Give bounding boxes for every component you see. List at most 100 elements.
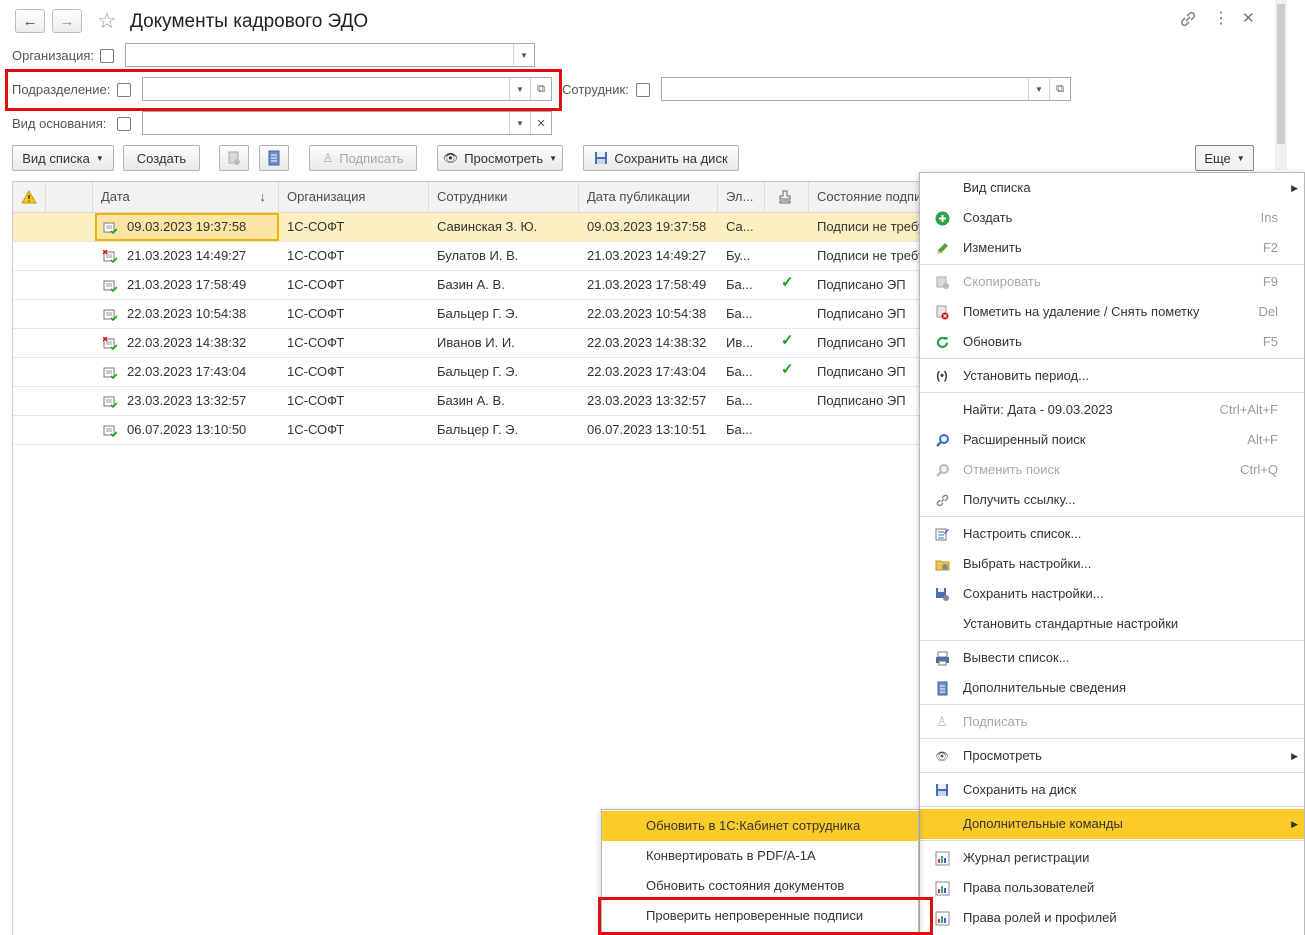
create-button[interactable]: Создать (123, 145, 200, 171)
menu-item-20[interactable]: Дополнительные команды ▶ (920, 809, 1304, 839)
copy-button[interactable] (219, 145, 249, 171)
annotation-frame-verify (598, 897, 933, 935)
menu-item-12[interactable]: Выбрать настройки... (920, 549, 1304, 579)
document-deleted-icon (103, 337, 117, 350)
save-to-disk-button[interactable]: Сохранить на диск (583, 145, 739, 171)
menu-item-0[interactable]: Вид списка ▶ (920, 173, 1304, 203)
column-blank[interactable] (46, 182, 93, 212)
menu-item-7[interactable]: Найти: Дата - 09.03.2023 Ctrl+Alt+F (920, 395, 1304, 425)
details-button[interactable] (259, 145, 289, 171)
delete-mark-icon (934, 304, 950, 320)
column-stamp[interactable] (765, 182, 809, 212)
more-label: Еще (1204, 150, 1231, 166)
eye-icon: 👁 (935, 750, 949, 763)
menu-item-5[interactable]: Обновить F5 (920, 327, 1304, 357)
employee-field[interactable]: ▼ ⧉ (661, 77, 1071, 101)
submenu-item-update-cabinet[interactable]: Обновить в 1С:Кабинет сотрудника (602, 811, 918, 841)
scrollbar-thumb[interactable] (1277, 4, 1285, 144)
menu-item-label: Пометить на удаление / Снять пометку (963, 304, 1200, 319)
more-vertical-icon[interactable]: ⋮ (1213, 8, 1229, 28)
cell-date: 21.03.2023 14:49:27 (127, 248, 247, 263)
close-icon[interactable]: ✕ (1242, 9, 1255, 27)
chevron-down-icon[interactable]: ▼ (1028, 78, 1049, 100)
menu-item-18[interactable]: 👁 Просмотреть ▶ (920, 741, 1304, 771)
period-icon: (•) (936, 370, 948, 382)
menu-item-3[interactable]: Скопировать F9 (920, 267, 1304, 297)
employee-checkbox[interactable] (636, 83, 650, 97)
menu-item-6[interactable]: (•) Установить период... (920, 361, 1304, 391)
chevron-down-icon[interactable]: ▼ (509, 112, 530, 134)
basis-field[interactable]: ▼ ✕ (142, 111, 552, 135)
menu-item-9[interactable]: Отменить поиск Ctrl+Q (920, 455, 1304, 485)
menu-item-13[interactable]: Сохранить настройки... (920, 579, 1304, 609)
document-icon (103, 222, 117, 234)
menu-item-21[interactable]: Журнал регистрации (920, 843, 1304, 873)
chevron-down-icon[interactable]: ▼ (513, 44, 534, 66)
copy-icon (228, 151, 240, 165)
menu-item-19[interactable]: Сохранить на диск (920, 775, 1304, 805)
menu-item-17[interactable]: ♙ Подписать (920, 707, 1304, 737)
organization-label: Организация: (12, 48, 95, 63)
column-employees[interactable]: Сотрудники (429, 182, 579, 212)
table-row[interactable]: 21.03.2023 14:49:27 1С-СОФТ Булатов И. В. 2… (13, 242, 931, 271)
menu-item-22[interactable]: Права пользователей (920, 873, 1304, 903)
clear-icon[interactable]: ✕ (530, 112, 551, 134)
table-row[interactable]: 22.03.2023 14:38:32 1С-СОФТ Иванов И. И. 22… (13, 329, 931, 358)
cell-employee: Савинская З. Ю. (437, 219, 538, 234)
table-row[interactable]: 23.03.2023 13:32:57 1С-СОФТ Базин А. В. 23.… (13, 387, 931, 416)
menu-item-16[interactable]: Дополнительные сведения (920, 673, 1304, 703)
menu-item-1[interactable]: Создать Ins (920, 203, 1304, 233)
column-signature-state[interactable]: Состояние подпи (809, 182, 931, 212)
cell-el: Бу... (726, 248, 751, 263)
link-icon (934, 492, 950, 508)
submenu-item-convert-pdf[interactable]: Конвертировать в PDF/A-1A (602, 841, 918, 871)
table-row[interactable]: 22.03.2023 10:54:38 1С-СОФТ Бальцер Г. Э. 2… (13, 300, 931, 329)
open-form-icon[interactable]: ⧉ (1049, 78, 1070, 100)
table-row[interactable]: 21.03.2023 17:58:49 1С-СОФТ Базин А. В. 21.… (13, 271, 931, 300)
cell-el: Ба... (726, 393, 753, 408)
menu-item-2[interactable]: Изменить F2 (920, 233, 1304, 263)
organization-checkbox[interactable] (100, 49, 114, 63)
cell-signature-state: Подписано ЭП (817, 277, 906, 292)
column-warning[interactable] (13, 182, 46, 212)
signed-check-icon: ✓ (781, 361, 794, 378)
document-icon (103, 396, 117, 408)
column-organization[interactable]: Организация (279, 182, 429, 212)
sign-icon: ♙ (936, 714, 948, 729)
menu-item-23[interactable]: Права ролей и профилей (920, 903, 1304, 933)
menu-item-8[interactable]: Расширенный поиск Alt+F (920, 425, 1304, 455)
cell-organization: 1С-СОФТ (287, 393, 345, 408)
cell-employee: Базин А. В. (437, 277, 505, 292)
view-button[interactable]: 👁 Просмотреть ▼ (437, 145, 563, 171)
table-header: Дата ↓ Организация Сотрудники Дата публи… (13, 182, 931, 213)
column-el[interactable]: Эл... (718, 182, 765, 212)
more-button[interactable]: Еще ▼ (1195, 145, 1254, 171)
cell-organization: 1С-СОФТ (287, 335, 345, 350)
menu-item-14[interactable]: Установить стандартные настройки (920, 609, 1304, 639)
organization-field[interactable]: ▼ (125, 43, 535, 67)
table-row[interactable]: 06.07.2023 13:10:50 1С-СОФТ Бальцер Г. Э. 0… (13, 416, 931, 445)
cell-publication-date: 09.03.2023 19:37:58 (587, 219, 707, 234)
menu-item-4[interactable]: Пометить на удаление / Снять пометку Del (920, 297, 1304, 327)
scrollbar[interactable] (1275, 0, 1287, 170)
table-row[interactable]: 22.03.2023 17:43:04 1С-СОФТ Бальцер Г. Э. 2… (13, 358, 931, 387)
favorite-star-icon[interactable]: ☆ (97, 8, 117, 34)
list-view-button[interactable]: Вид списка ▼ (12, 145, 114, 171)
link-icon[interactable] (1179, 10, 1197, 28)
menu-separator (920, 264, 1304, 265)
column-publication-date[interactable]: Дата публикации (579, 182, 718, 212)
sign-button[interactable]: ♙ Подписать (309, 145, 417, 171)
menu-item-15[interactable]: Вывести список... (920, 643, 1304, 673)
cell-signature-state (809, 416, 931, 444)
floppy-icon (934, 782, 950, 798)
menu-item-11[interactable]: Настроить список... (920, 519, 1304, 549)
menu-item-shortcut: F5 (1262, 334, 1278, 349)
menu-item-10[interactable]: Получить ссылку... (920, 485, 1304, 515)
document-icon (103, 280, 117, 292)
back-button[interactable]: ← (15, 9, 45, 33)
basis-checkbox[interactable] (117, 117, 131, 131)
menu-item-shortcut: Del (1258, 304, 1278, 319)
column-date[interactable]: Дата ↓ (93, 182, 279, 212)
table-row[interactable]: 09.03.2023 19:37:58 1С-СОФТ Савинская З. Ю… (13, 213, 931, 242)
forward-button[interactable]: → (52, 9, 82, 33)
